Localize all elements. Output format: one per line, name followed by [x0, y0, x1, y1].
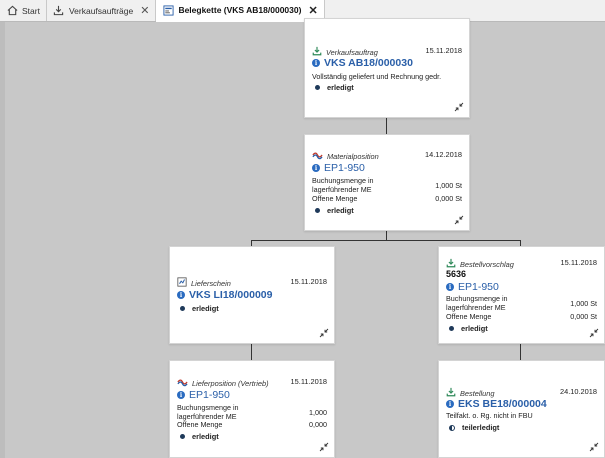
document-chain-icon [162, 4, 174, 16]
status-label: erledigt [192, 304, 219, 313]
card-number: 5636 [446, 269, 467, 279]
expand-icon[interactable] [454, 102, 464, 112]
status-label: erledigt [327, 206, 354, 215]
card-lieferposition[interactable]: Lieferposition (Vertrieb) 15.11.2018 i E… [169, 360, 335, 458]
status-dot-icon [315, 85, 320, 90]
qty-label: Buchungsmenge in lagerführender ME [177, 403, 239, 421]
qty-value: 1,000 St [435, 180, 462, 190]
expand-icon[interactable] [454, 215, 464, 225]
home-icon [6, 5, 18, 17]
card-date: 15.11.2018 [290, 277, 327, 286]
card-subtitle: Teilfakt. o. Rg. nicht in FBU [446, 411, 533, 420]
status-label: teilerledigt [462, 423, 500, 432]
tab-verkaufsauftraege[interactable]: Verkaufsaufträge ✕ [47, 0, 157, 21]
qty-label: Buchungsmenge in lagerführender ME [312, 176, 374, 194]
info-icon[interactable]: i [312, 59, 320, 67]
status-dot-icon [180, 306, 185, 311]
tab-belegkette[interactable]: Belegkette (VKS AB18/000030) ✕ [156, 0, 325, 22]
open-label: Offene Menge [446, 312, 492, 321]
status-dot-icon [315, 208, 320, 213]
info-icon[interactable]: i [446, 400, 454, 408]
card-lieferschein[interactable]: Lieferschein 15.11.2018 i VKS LI18/00000… [169, 246, 335, 344]
status-label: erledigt [192, 432, 219, 441]
card-date: 15.11.2018 [290, 377, 327, 386]
delivery-note-icon [177, 277, 187, 289]
info-icon[interactable]: i [312, 164, 320, 172]
card-date: 15.11.2018 [425, 46, 462, 55]
info-icon[interactable]: i [177, 291, 185, 299]
card-type: Bestellvorschlag [460, 259, 514, 269]
expand-icon[interactable] [589, 328, 599, 338]
info-icon[interactable]: i [446, 283, 454, 291]
card-title[interactable]: VKS AB18/000030 [324, 57, 413, 69]
card-type: Lieferschein [191, 278, 231, 288]
card-date: 14.12.2018 [425, 150, 462, 159]
qty-value: 1,000 St [570, 298, 597, 308]
open-value: 0,000 St [570, 312, 597, 321]
card-type: Verkaufsauftrag [326, 47, 378, 57]
connector [520, 344, 521, 360]
status-label: erledigt [327, 83, 354, 92]
material-icon [312, 150, 323, 162]
close-icon[interactable]: ✕ [308, 4, 317, 17]
connector [251, 344, 252, 360]
expand-icon[interactable] [319, 442, 329, 452]
card-title[interactable]: EP1-950 [189, 389, 230, 401]
open-label: Offene Menge [177, 420, 223, 429]
connector [386, 231, 387, 240]
tab-start[interactable]: Start [0, 0, 47, 21]
tab-bar: Start Verkaufsaufträge ✕ Belegkette (VKS… [0, 0, 605, 22]
tab-label: Start [22, 5, 40, 16]
open-label: Offene Menge [312, 194, 358, 203]
tab-label: Verkaufsaufträge [68, 5, 134, 16]
qty-label: Buchungsmenge in lagerführender ME [446, 294, 508, 312]
card-verkaufsauftrag[interactable]: Verkaufsauftrag 15.11.2018 i VKS AB18/00… [304, 18, 470, 118]
close-icon[interactable]: ✕ [140, 4, 149, 17]
card-title[interactable]: EP1-950 [458, 281, 499, 293]
open-value: 0,000 [309, 420, 327, 429]
left-edge [0, 22, 5, 458]
expand-icon[interactable] [319, 328, 329, 338]
card-subtitle: Vollständig geliefert und Rechnung gedr. [312, 72, 442, 81]
status-half-dot-icon [449, 424, 455, 431]
card-title[interactable]: EKS BE18/000004 [458, 398, 547, 410]
tab-label: Belegkette (VKS AB18/000030) [178, 5, 302, 15]
info-icon[interactable]: i [177, 391, 185, 399]
card-date: 15.11.2018 [560, 258, 597, 267]
material-icon [177, 377, 188, 389]
status-dot-icon [449, 326, 454, 331]
card-title[interactable]: VKS LI18/000009 [189, 289, 272, 301]
status-dot-icon [180, 434, 185, 439]
card-bestellvorschlag[interactable]: Bestellvorschlag 15.11.2018 5636 i EP1-9… [438, 246, 605, 344]
connector [386, 118, 387, 134]
card-type: Bestellung [460, 388, 495, 398]
expand-icon[interactable] [589, 442, 599, 452]
card-title[interactable]: EP1-950 [324, 162, 365, 174]
card-materialposition[interactable]: Materialposition 14.12.2018 i EP1-950 Bu… [304, 134, 470, 231]
open-value: 0,000 St [435, 194, 462, 203]
download-icon [53, 5, 65, 17]
card-bestellung[interactable]: Bestellung 24.10.2018 i EKS BE18/000004 … [438, 360, 605, 458]
connector [251, 240, 521, 241]
status-label: erledigt [461, 324, 488, 333]
qty-value: 1,000 [309, 407, 327, 417]
card-type: Materialposition [327, 151, 379, 161]
card-type: Lieferposition (Vertrieb) [192, 378, 269, 388]
card-date: 24.10.2018 [560, 387, 597, 396]
